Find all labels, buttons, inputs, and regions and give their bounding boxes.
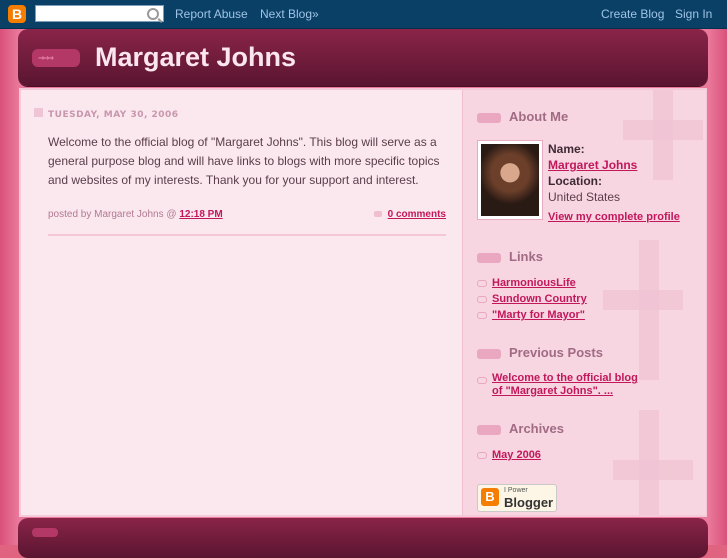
- list-item: Welcome to the official blog of "Margare…: [477, 372, 647, 398]
- cross-decoration: [603, 290, 683, 310]
- cross-decoration: [613, 460, 693, 480]
- previous-posts-heading: Previous Posts: [477, 345, 603, 360]
- heading-arrow-icon: [477, 112, 501, 123]
- search-box: [35, 5, 164, 26]
- links-heading-label: Links: [509, 249, 543, 264]
- heading-arrow-icon: [477, 424, 501, 435]
- list-item: HarmoniousLife: [477, 275, 587, 291]
- list-item: "Marty for Mayor": [477, 307, 587, 323]
- post-time-link[interactable]: 12:18 PM: [179, 209, 222, 220]
- archive-may-2006-link[interactable]: May 2006: [492, 449, 541, 461]
- blogger-b-icon: B: [481, 488, 499, 506]
- profile-photo[interactable]: [477, 140, 543, 220]
- search-icon[interactable]: [147, 8, 159, 20]
- arrow-icon: →→→: [32, 49, 80, 67]
- arrow-glyph: →→→: [38, 51, 54, 64]
- link-harmonious-life[interactable]: HarmoniousLife: [492, 277, 576, 289]
- content-area: TUESDAY, MAY 30, 2006 Welcome to the off…: [19, 88, 707, 517]
- archives-list: May 2006: [477, 447, 541, 463]
- previous-posts-list: Welcome to the official blog of "Margare…: [477, 372, 647, 398]
- archives-heading-label: Archives: [509, 421, 564, 436]
- posted-by-text: posted by Margaret Johns @: [48, 209, 180, 220]
- link-marty-for-mayor[interactable]: "Marty for Mayor": [492, 309, 585, 321]
- previous-post-link[interactable]: Welcome to the official blog of "Margare…: [492, 372, 638, 397]
- cross-decoration: [623, 120, 703, 140]
- about-text: Name: Margaret Johns Location: United St…: [548, 141, 680, 229]
- profile-name-link[interactable]: Margaret Johns: [548, 158, 637, 172]
- report-abuse-link[interactable]: Report Abuse: [175, 7, 248, 21]
- next-blog-link[interactable]: Next Blog»: [260, 7, 319, 21]
- name-label: Name:: [548, 142, 585, 156]
- powered-by-blogger-badge[interactable]: B I Power Blogger: [477, 484, 557, 512]
- blog-header: →→→ Margaret Johns: [18, 29, 708, 86]
- blogger-logo-icon[interactable]: B: [8, 5, 26, 23]
- main-column: TUESDAY, MAY 30, 2006 Welcome to the off…: [21, 90, 462, 515]
- cross-decoration: [639, 240, 659, 380]
- date-bullet-icon: [34, 108, 43, 117]
- archives-heading: Archives: [477, 421, 564, 436]
- search-input[interactable]: [36, 10, 152, 26]
- sign-in-link[interactable]: Sign In: [675, 7, 712, 21]
- comments-link[interactable]: 0 comments: [388, 209, 446, 220]
- previous-posts-heading-label: Previous Posts: [509, 345, 603, 360]
- avatar: [481, 144, 539, 216]
- arrow-icon: [32, 528, 58, 537]
- badge-big-text: Blogger: [504, 495, 554, 510]
- about-heading-label: About Me: [509, 109, 569, 124]
- post-body: Welcome to the official blog of "Margare…: [48, 135, 440, 187]
- badge-small-text: I Power: [504, 487, 528, 494]
- list-item: May 2006: [477, 447, 541, 463]
- links-list: HarmoniousLife Sundown Country "Marty fo…: [477, 275, 587, 323]
- links-heading: Links: [477, 249, 543, 264]
- post-date: TUESDAY, MAY 30, 2006: [48, 110, 179, 120]
- heading-arrow-icon: [477, 252, 501, 263]
- view-profile-link[interactable]: View my complete profile: [548, 211, 680, 223]
- post-divider: [48, 234, 446, 236]
- about-heading: About Me: [477, 109, 568, 124]
- blog-footer: [18, 518, 708, 558]
- blog-title[interactable]: Margaret Johns: [95, 42, 296, 73]
- link-sundown-country[interactable]: Sundown Country: [492, 293, 587, 305]
- comment-icon: [374, 211, 382, 217]
- post-footer: posted by Margaret Johns @ 12:18 PM 0 co…: [48, 209, 446, 220]
- create-blog-link[interactable]: Create Blog: [601, 7, 664, 21]
- sidebar: About Me Name: Margaret Johns Location: …: [462, 90, 706, 515]
- heading-arrow-icon: [477, 348, 501, 359]
- location-label: Location:: [548, 174, 602, 188]
- blogger-navbar: B Report Abuse Next Blog» Create Blog Si…: [0, 0, 727, 29]
- list-item: Sundown Country: [477, 291, 587, 307]
- location-value: United States: [548, 190, 621, 204]
